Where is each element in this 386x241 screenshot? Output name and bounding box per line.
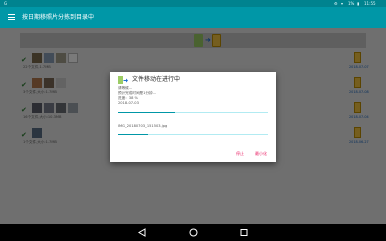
battery-icon: ▮ bbox=[357, 1, 360, 6]
minimize-button[interactable]: 最小化 bbox=[255, 151, 267, 157]
recents-icon[interactable] bbox=[240, 228, 248, 237]
back-icon[interactable] bbox=[138, 228, 146, 237]
stop-button[interactable]: 停止 bbox=[236, 151, 244, 157]
hamburger-menu-icon[interactable] bbox=[8, 14, 15, 20]
file-progress-fill bbox=[118, 134, 148, 135]
dialog-title: 文件移动在进行中 bbox=[132, 76, 181, 83]
status-bar: G ⚙ ▾ 1% ▮ 11:55 bbox=[0, 0, 386, 7]
current-file: IMG_20180703_151503.jpg bbox=[118, 124, 168, 128]
file-progress-bar bbox=[118, 134, 268, 135]
file-move-icon bbox=[118, 76, 128, 84]
progress-dialog: 文件移动在进行中 请等候... 预计完成时间是1分钟... 进度：38 % 20… bbox=[110, 72, 276, 162]
signal-badge: 1% bbox=[348, 1, 355, 6]
folder-progress-bar bbox=[118, 112, 268, 113]
home-icon[interactable] bbox=[189, 228, 198, 237]
navigation-bar bbox=[0, 224, 386, 241]
current-folder: 2018-07-03 bbox=[118, 101, 139, 105]
app-title: 按日期移照片分拣到目录中 bbox=[22, 14, 95, 21]
folder-progress-fill bbox=[118, 112, 175, 113]
android-debug-icon: ⚙ bbox=[334, 1, 338, 6]
status-time: 11:55 bbox=[364, 1, 376, 6]
app-bar: 按日期移照片分拣到目录中 bbox=[0, 7, 386, 28]
wifi-icon: ▾ bbox=[341, 1, 344, 6]
status-left-label: G bbox=[4, 1, 8, 6]
